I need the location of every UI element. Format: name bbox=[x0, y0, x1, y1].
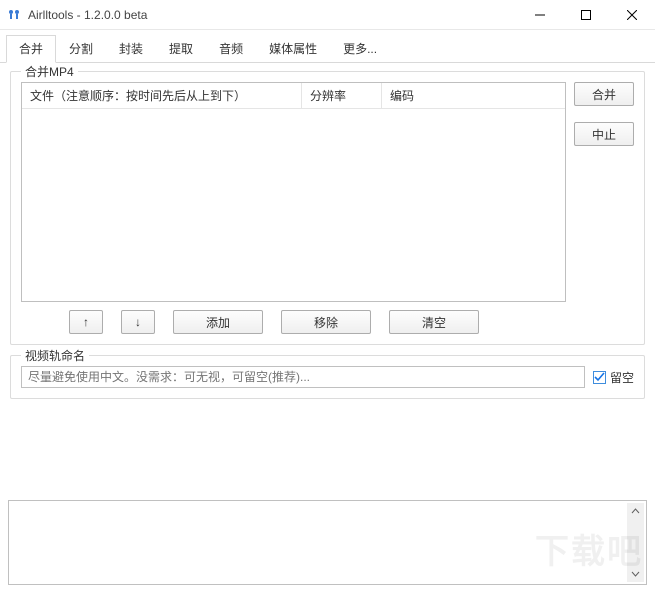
col-codec[interactable]: 编码 bbox=[382, 83, 565, 108]
tab-label: 媒体属性 bbox=[269, 42, 317, 56]
merge-button[interactable]: 合并 bbox=[574, 82, 634, 106]
tab-label: 封装 bbox=[119, 42, 143, 56]
scroll-up-icon[interactable] bbox=[627, 503, 644, 520]
button-label: 清空 bbox=[422, 314, 446, 331]
tab-label: 提取 bbox=[169, 42, 193, 56]
maximize-button[interactable] bbox=[563, 0, 609, 29]
stop-button[interactable]: 中止 bbox=[574, 122, 634, 146]
button-label: 移除 bbox=[314, 314, 338, 331]
tab-label: 分割 bbox=[69, 42, 93, 56]
minimize-button[interactable] bbox=[517, 0, 563, 29]
window-controls bbox=[517, 0, 655, 29]
titlebar: Airlltools - 1.2.0.0 beta bbox=[0, 0, 655, 30]
move-up-button[interactable]: ↑ bbox=[69, 310, 103, 334]
col-file[interactable]: 文件（注意顺序：按时间先后从上到下） bbox=[22, 83, 302, 108]
col-resolution[interactable]: 分辨率 bbox=[302, 83, 382, 108]
merge-group-label: 合并MP4 bbox=[21, 63, 78, 80]
file-table[interactable]: 文件（注意顺序：按时间先后从上到下） 分辨率 编码 bbox=[21, 82, 566, 302]
tab-label: 更多... bbox=[343, 42, 377, 56]
scrollbar[interactable] bbox=[627, 503, 644, 582]
tab-label: 合并 bbox=[19, 42, 43, 56]
tab-label: 音频 bbox=[219, 42, 243, 56]
tab-extract[interactable]: 提取 bbox=[156, 35, 206, 63]
window-title: Airlltools - 1.2.0.0 beta bbox=[28, 8, 517, 22]
merge-panel: 合并MP4 文件（注意顺序：按时间先后从上到下） 分辨率 编码 合并 中止 ↑ … bbox=[0, 63, 655, 415]
tab-merge[interactable]: 合并 bbox=[6, 35, 56, 63]
log-output[interactable] bbox=[8, 500, 647, 585]
checkbox-icon bbox=[593, 371, 606, 384]
tab-split[interactable]: 分割 bbox=[56, 35, 106, 63]
tab-mediainfo[interactable]: 媒体属性 bbox=[256, 35, 330, 63]
tab-more[interactable]: 更多... bbox=[330, 35, 390, 63]
track-group-label: 视频轨命名 bbox=[21, 347, 89, 364]
arrow-up-icon: ↑ bbox=[83, 315, 89, 329]
button-label: 中止 bbox=[592, 126, 616, 143]
checkbox-label: 留空 bbox=[610, 369, 634, 386]
add-button[interactable]: 添加 bbox=[173, 310, 263, 334]
tab-mux[interactable]: 封装 bbox=[106, 35, 156, 63]
button-label: 合并 bbox=[592, 86, 616, 103]
app-icon bbox=[6, 7, 22, 23]
scroll-down-icon[interactable] bbox=[627, 565, 644, 582]
track-name-input[interactable] bbox=[21, 366, 585, 388]
arrow-down-icon: ↓ bbox=[135, 315, 141, 329]
leave-blank-checkbox[interactable]: 留空 bbox=[593, 369, 634, 386]
tab-audio[interactable]: 音频 bbox=[206, 35, 256, 63]
close-button[interactable] bbox=[609, 0, 655, 29]
tabstrip: 合并 分割 封装 提取 音频 媒体属性 更多... bbox=[0, 30, 655, 63]
table-header: 文件（注意顺序：按时间先后从上到下） 分辨率 编码 bbox=[22, 83, 565, 109]
clear-button[interactable]: 清空 bbox=[389, 310, 479, 334]
track-group: 视频轨命名 留空 bbox=[10, 355, 645, 399]
remove-button[interactable]: 移除 bbox=[281, 310, 371, 334]
merge-group: 合并MP4 文件（注意顺序：按时间先后从上到下） 分辨率 编码 合并 中止 ↑ … bbox=[10, 71, 645, 345]
move-down-button[interactable]: ↓ bbox=[121, 310, 155, 334]
button-label: 添加 bbox=[206, 314, 230, 331]
